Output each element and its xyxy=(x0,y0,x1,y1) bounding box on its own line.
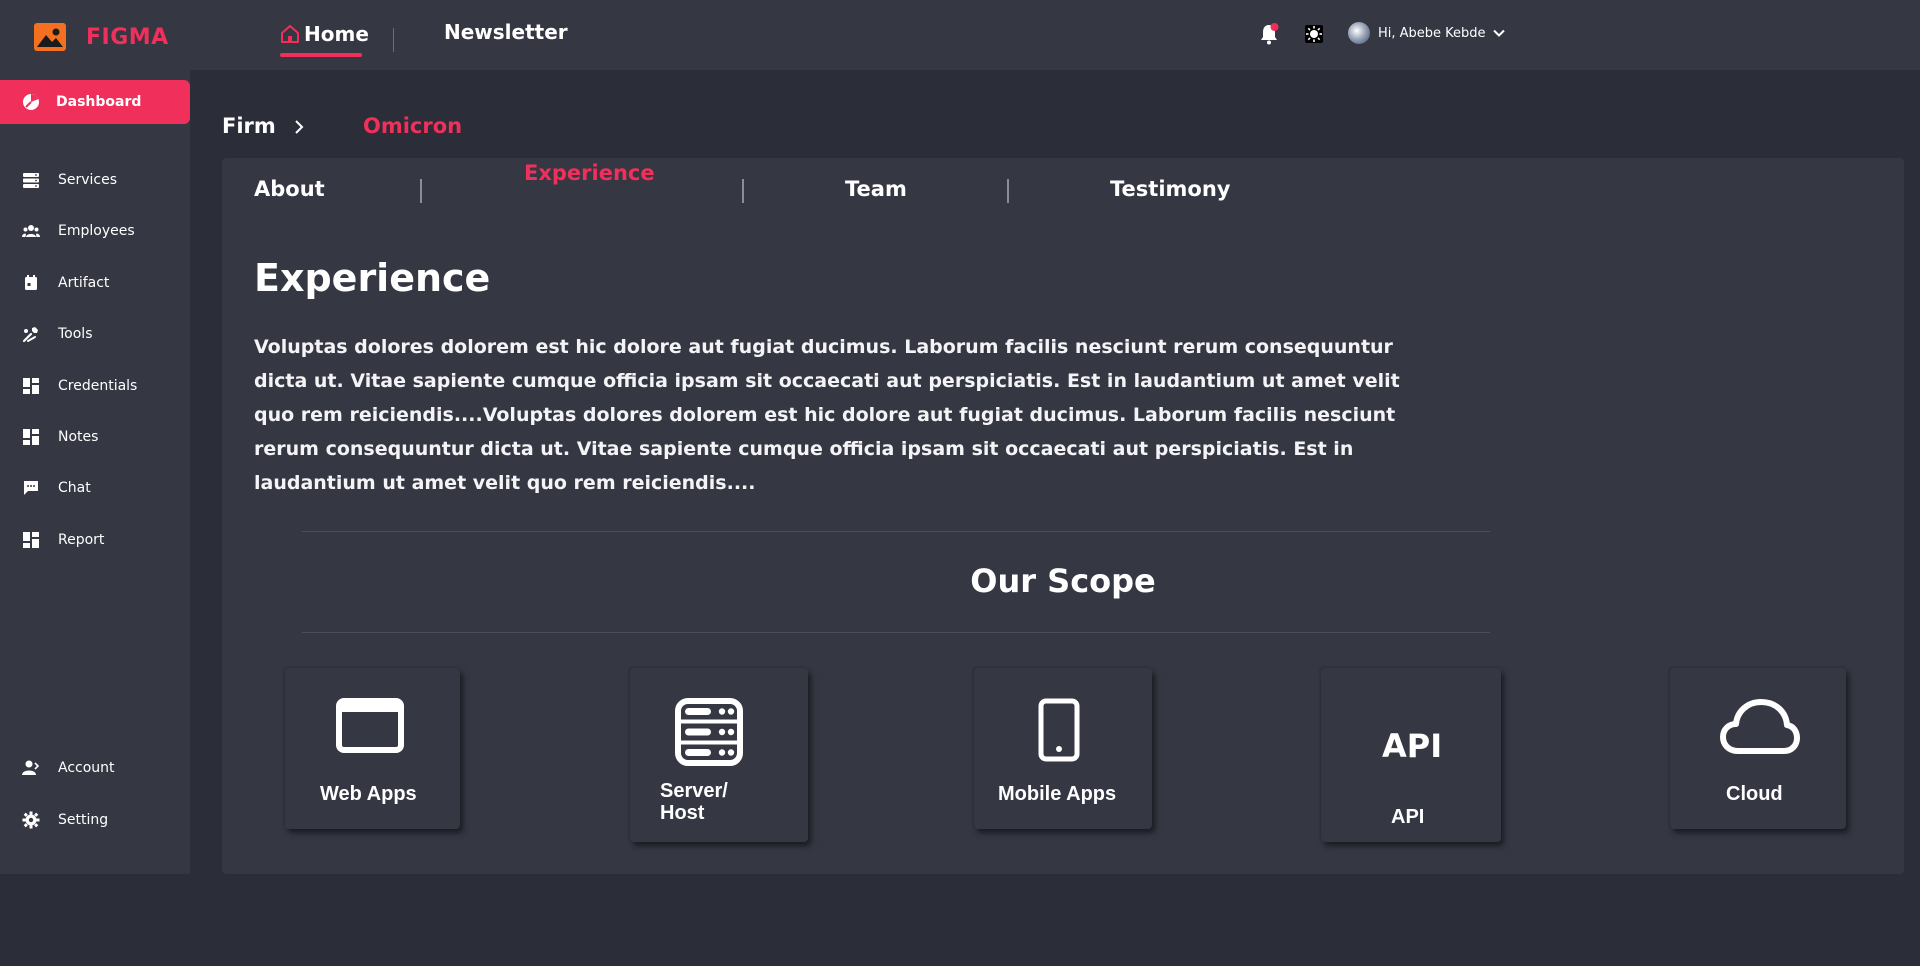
sidebar-item-account[interactable]: Account xyxy=(0,746,190,790)
svg-text:API: API xyxy=(1382,730,1440,760)
sidebar-item-artifact[interactable]: Artifact xyxy=(0,261,190,305)
image-logo-icon xyxy=(34,23,66,51)
sidebar: Dashboard Services Employees Artifact To… xyxy=(0,70,190,874)
tab-team[interactable]: Team xyxy=(845,177,907,201)
sidebar-item-report[interactable]: Report xyxy=(0,518,190,562)
sidebar-item-notes[interactable]: Notes xyxy=(0,415,190,459)
mobile-icon xyxy=(1038,698,1080,762)
nav-newsletter[interactable]: Newsletter xyxy=(444,20,568,44)
scope-card-label: API xyxy=(1391,806,1425,828)
home-icon xyxy=(281,25,299,43)
nav-active-indicator xyxy=(280,53,362,57)
sidebar-item-label: Report xyxy=(58,532,105,548)
top-bar: FIGMA Home Newsletter Hi, Abebe Kebde xyxy=(0,0,1920,70)
sidebar-item-label: Chat xyxy=(58,480,91,496)
dashboard-icon xyxy=(23,93,39,110)
sidebar-item-dashboard[interactable]: Dashboard xyxy=(0,80,190,124)
tab-divider xyxy=(1007,179,1009,203)
gear-icon xyxy=(22,811,40,829)
scope-card-web-apps[interactable]: Web Apps xyxy=(285,668,460,829)
sidebar-item-label: Credentials xyxy=(58,378,138,394)
services-icon xyxy=(23,173,39,188)
scope-card-label: Web Apps xyxy=(320,783,417,805)
sidebar-item-setting[interactable]: Setting xyxy=(0,798,190,842)
tab-divider xyxy=(420,179,422,203)
user-menu[interactable]: Hi, Abebe Kebde xyxy=(1348,22,1506,44)
sidebar-item-label: Notes xyxy=(58,429,99,445)
server-icon xyxy=(675,698,743,766)
sidebar-item-label: Services xyxy=(58,172,118,188)
nav-home[interactable]: Home xyxy=(280,22,369,46)
breadcrumb-firm[interactable]: Firm xyxy=(222,114,276,138)
sidebar-item-label: Tools xyxy=(58,326,93,342)
user-greeting: Hi, Abebe Kebde xyxy=(1378,25,1486,41)
sidebar-item-tools[interactable]: Tools xyxy=(0,312,190,356)
tab-about[interactable]: About xyxy=(254,177,325,201)
grid-icon xyxy=(23,378,39,394)
sidebar-item-services[interactable]: Services xyxy=(0,158,190,202)
bell-icon[interactable] xyxy=(1257,22,1281,46)
logo[interactable]: FIGMA xyxy=(34,23,169,51)
sidebar-item-label: Employees xyxy=(58,223,135,239)
tab-experience[interactable]: Experience xyxy=(524,161,655,185)
avatar xyxy=(1348,22,1370,44)
account-icon xyxy=(22,760,40,775)
brightness-icon[interactable] xyxy=(1302,22,1326,46)
scope-card-server-host[interactable]: Server/ Host xyxy=(630,668,808,842)
chat-icon xyxy=(24,481,38,495)
breadcrumb-current[interactable]: Omicron xyxy=(363,114,462,138)
chevron-down-icon xyxy=(1492,29,1505,37)
tab-divider xyxy=(742,179,744,203)
content-panel: About Experience Team Testimony Experien… xyxy=(222,158,1904,874)
experience-paragraph: Voluptas dolores dolorem est hic dolore … xyxy=(254,336,1400,494)
tab-testimony[interactable]: Testimony xyxy=(1110,177,1230,201)
cloud-icon xyxy=(1720,699,1800,754)
scope-card-mobile-apps[interactable]: Mobile Apps xyxy=(974,668,1152,829)
logo-text: FIGMA xyxy=(86,24,169,50)
api-icon: API xyxy=(1382,730,1440,760)
nav-home-label: Home xyxy=(304,22,369,46)
sidebar-item-label: Artifact xyxy=(58,275,110,291)
divider xyxy=(302,531,1490,532)
scope-title: Our Scope xyxy=(970,562,1156,600)
artifact-icon xyxy=(25,275,37,290)
sidebar-item-label: Setting xyxy=(58,812,109,828)
employees-icon xyxy=(22,225,40,237)
chevron-right-icon xyxy=(295,120,304,134)
sidebar-item-credentials[interactable]: Credentials xyxy=(0,364,190,408)
sidebar-item-employees[interactable]: Employees xyxy=(0,209,190,253)
scope-card-label: Cloud xyxy=(1726,783,1783,805)
scope-card-label: Server/ Host xyxy=(660,780,728,824)
scope-card-cloud[interactable]: Cloud xyxy=(1670,668,1846,829)
sidebar-item-label: Dashboard xyxy=(56,94,142,110)
scope-card-label: Mobile Apps xyxy=(998,783,1117,805)
sidebar-item-label: Account xyxy=(58,760,115,776)
scope-card-api[interactable]: API API xyxy=(1321,668,1501,842)
divider xyxy=(302,632,1490,633)
nav-divider xyxy=(393,28,394,52)
section-title: Experience xyxy=(254,256,491,300)
tools-icon xyxy=(22,327,38,343)
grid-icon xyxy=(23,532,39,548)
browser-window-icon xyxy=(336,698,404,753)
grid-icon xyxy=(23,429,39,445)
sidebar-item-chat[interactable]: Chat xyxy=(0,466,190,510)
